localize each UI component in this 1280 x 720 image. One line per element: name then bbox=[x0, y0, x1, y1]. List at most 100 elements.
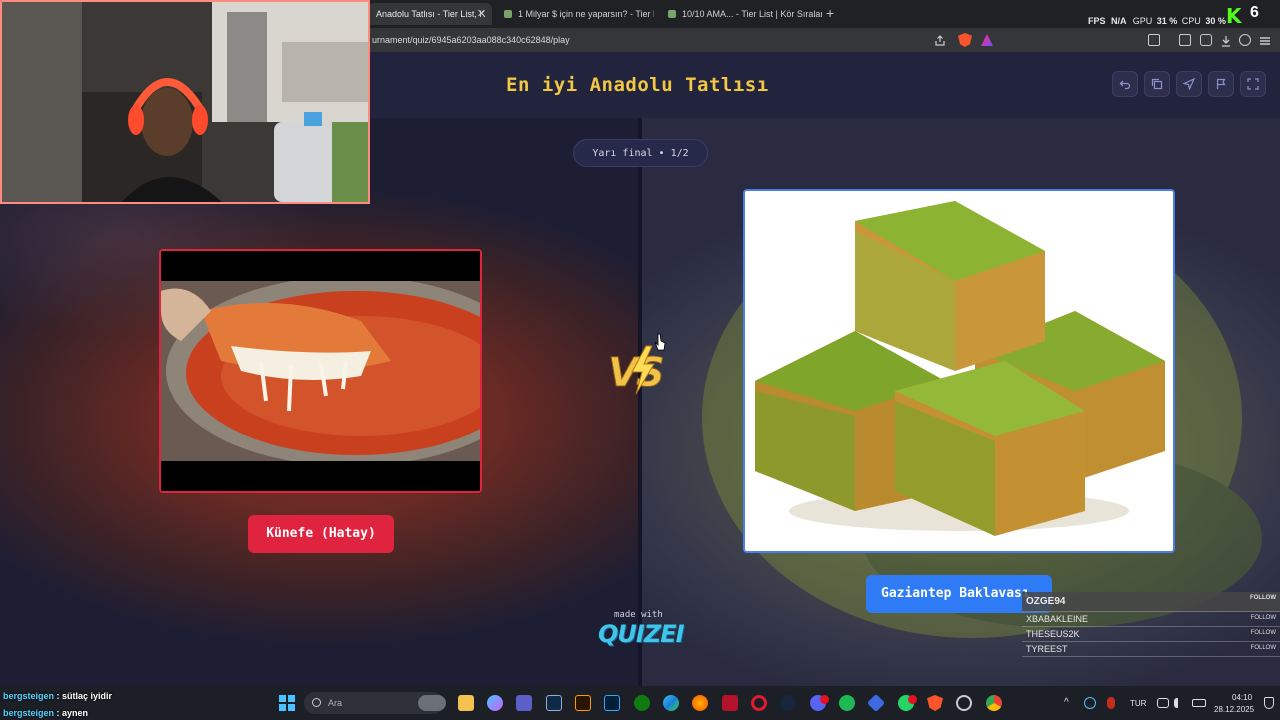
recent-followers-panel: OZGE94 FOLLOW XBABAKLEINE FOLLOW THESEUS… bbox=[1022, 592, 1280, 657]
download-icon[interactable] bbox=[1220, 34, 1232, 47]
fps-label: FPS bbox=[1088, 16, 1106, 26]
close-icon[interactable]: ✕ bbox=[477, 7, 486, 20]
lightroom-icon[interactable] bbox=[575, 695, 591, 711]
favicon-icon bbox=[668, 10, 676, 18]
search-placeholder: Ara bbox=[328, 698, 343, 708]
ms-store-icon[interactable] bbox=[546, 695, 562, 711]
volume-icon[interactable] bbox=[1174, 698, 1186, 708]
sync-icon[interactable] bbox=[1084, 697, 1096, 709]
left-option-button[interactable]: Künefe (Hatay) bbox=[248, 515, 394, 553]
tab-title: Anadolu Tatlısı - Tier List, K bbox=[376, 9, 486, 19]
performance-overlay: FPS N/A GPU 31 % CPU 30 % bbox=[1088, 16, 1226, 26]
gpu-value: 31 % bbox=[1156, 16, 1178, 26]
kunefe-image-card[interactable] bbox=[159, 249, 482, 493]
app-icon[interactable] bbox=[866, 693, 886, 713]
opera-icon[interactable] bbox=[751, 695, 767, 711]
game-launcher-icon[interactable] bbox=[722, 695, 738, 711]
follower-row: THESEUS2K FOLLOW bbox=[1022, 627, 1280, 642]
new-tab-button[interactable]: + bbox=[826, 5, 834, 21]
chat-username: bergsteigen bbox=[3, 708, 55, 718]
whatsapp-notification-badge bbox=[908, 695, 917, 704]
steam-icon[interactable] bbox=[780, 695, 796, 711]
follower-name: XBABAKLEINE bbox=[1026, 614, 1089, 624]
screen: Anadolu Tatlısı - Tier List, K ✕ 1 Milya… bbox=[0, 0, 1280, 720]
url-field[interactable]: urnament/quiz/6945a6203aa088c340c62848/p… bbox=[372, 35, 570, 45]
network-icon[interactable] bbox=[1157, 698, 1169, 708]
spotify-icon[interactable] bbox=[839, 695, 855, 711]
follower-name: THESEUS2K bbox=[1026, 629, 1080, 639]
discord-notification-badge bbox=[820, 695, 829, 704]
kick-logo: K bbox=[1226, 4, 1242, 28]
fullscreen-button[interactable] bbox=[1240, 71, 1266, 97]
widgets-icon[interactable] bbox=[418, 695, 446, 711]
chrome-icon[interactable] bbox=[986, 695, 1002, 711]
search-icon bbox=[312, 698, 321, 707]
send-button[interactable] bbox=[1176, 71, 1202, 97]
follower-name: OZGE94 bbox=[1026, 596, 1066, 607]
wallet-icon[interactable] bbox=[1200, 34, 1212, 46]
latest-follower: OZGE94 FOLLOW bbox=[1022, 592, 1280, 612]
chat-message: bergsteigen : sütlaç iyidir bbox=[3, 691, 113, 701]
menu-icon[interactable] bbox=[1259, 34, 1271, 46]
favicon-icon bbox=[504, 10, 512, 18]
kick-viewer-count: 6 bbox=[1250, 4, 1259, 21]
teams-icon[interactable] bbox=[516, 695, 532, 711]
panel-divider bbox=[638, 118, 642, 686]
brave-icon[interactable] bbox=[927, 695, 943, 711]
made-with-label: made with bbox=[614, 610, 663, 620]
webcam-feed bbox=[2, 2, 368, 202]
follower-row: TYREEST FOLLOW bbox=[1022, 642, 1280, 657]
gpu-label: GPU bbox=[1132, 16, 1153, 26]
chat-text: aynen bbox=[62, 708, 89, 718]
share-icon[interactable] bbox=[934, 34, 946, 46]
windows-taskbar: Ara ^ TUR 04:10 28.12.2025 bbox=[0, 686, 1280, 720]
fps-value: N/A bbox=[1111, 16, 1127, 26]
xbox-icon[interactable] bbox=[634, 695, 650, 711]
tab-milyar[interactable]: 1 Milyar $ için ne yaparsın? - Tier List bbox=[496, 3, 654, 25]
cpu-label: CPU bbox=[1181, 16, 1201, 26]
clock-date[interactable]: 28.12.2025 bbox=[1214, 705, 1254, 714]
chat-overlay: bergsteigen : sütlaç iyidir bergsteigen … bbox=[3, 688, 112, 720]
tab-anadolu-tatlisi[interactable]: Anadolu Tatlısı - Tier List, K ✕ bbox=[368, 3, 492, 25]
firefox-icon[interactable] bbox=[692, 695, 708, 711]
chat-username: bergsteigen bbox=[3, 691, 55, 701]
tab-title: 10/10 AMA... - Tier List | Kör Sıralam bbox=[682, 9, 822, 19]
flag-button[interactable] bbox=[1208, 71, 1234, 97]
follow-label: FOLLOW bbox=[1250, 615, 1276, 621]
undo-button[interactable] bbox=[1112, 71, 1138, 97]
photoshop-icon[interactable] bbox=[604, 695, 620, 711]
microphone-icon[interactable] bbox=[1107, 697, 1115, 709]
mouse-cursor-icon bbox=[654, 333, 666, 351]
file-explorer-icon[interactable] bbox=[458, 695, 474, 711]
kunefe-image bbox=[161, 251, 480, 491]
sidebar-icon[interactable] bbox=[1179, 34, 1191, 46]
tray-overflow-icon[interactable]: ^ bbox=[1064, 697, 1069, 708]
edge-icon[interactable] bbox=[663, 695, 679, 711]
vpn-shield-icon[interactable] bbox=[1239, 34, 1251, 46]
baklava-image-card[interactable] bbox=[743, 189, 1175, 553]
quiz-title: En iyi Anadolu Tatlısı bbox=[506, 74, 769, 96]
follow-label: FOLLOW bbox=[1250, 595, 1276, 601]
clock-time[interactable]: 04:10 bbox=[1232, 693, 1252, 702]
copilot-icon[interactable] bbox=[487, 695, 503, 711]
obs-icon[interactable] bbox=[956, 695, 972, 711]
reader-mode-icon[interactable] bbox=[1148, 34, 1160, 46]
battery-icon[interactable] bbox=[1192, 699, 1206, 707]
brave-rewards-icon[interactable] bbox=[981, 34, 993, 46]
follow-label: FOLLOW bbox=[1250, 645, 1276, 651]
quizei-logo[interactable]: QUIZEI bbox=[598, 620, 685, 648]
follower-row: XBABAKLEINE FOLLOW bbox=[1022, 612, 1280, 627]
copy-button[interactable] bbox=[1144, 71, 1170, 97]
windows-start-icon[interactable] bbox=[279, 695, 295, 711]
follower-name: TYREEST bbox=[1026, 644, 1068, 654]
follow-label: FOLLOW bbox=[1250, 630, 1276, 636]
round-indicator: Yarı final • 1/2 bbox=[573, 139, 708, 167]
chat-text: sütlaç iyidir bbox=[62, 691, 113, 701]
notification-bell-icon[interactable] bbox=[1264, 697, 1274, 709]
baklava-image bbox=[745, 191, 1173, 551]
language-indicator[interactable]: TUR bbox=[1130, 699, 1146, 708]
chat-message: bergsteigen : aynen bbox=[3, 708, 89, 718]
tab-ama[interactable]: 10/10 AMA... - Tier List | Kör Sıralam bbox=[660, 3, 822, 25]
brave-shield-icon[interactable] bbox=[958, 33, 972, 47]
tab-title: 1 Milyar $ için ne yaparsın? - Tier List bbox=[518, 9, 654, 19]
